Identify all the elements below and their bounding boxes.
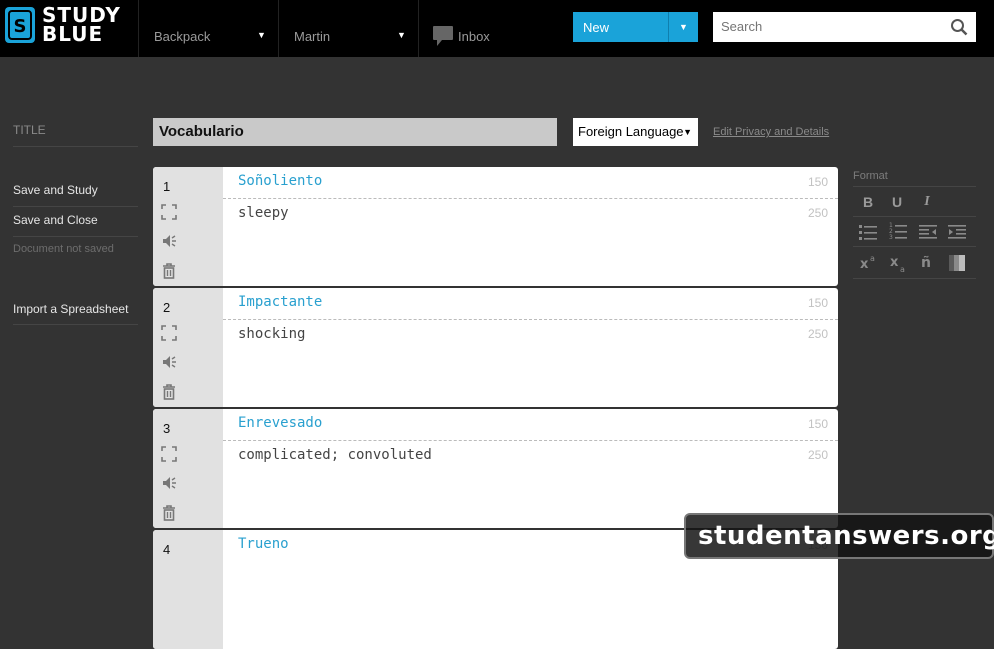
divider xyxy=(13,236,138,237)
divider xyxy=(223,198,838,199)
save-status: Document not saved xyxy=(13,243,114,255)
inbox-icon[interactable] xyxy=(433,26,453,46)
divider xyxy=(13,324,138,325)
category-value: Foreign Language xyxy=(578,124,684,139)
watermark: studentanswers.org xyxy=(684,513,994,559)
import-spreadsheet-button[interactable]: Import a Spreadsheet xyxy=(13,302,128,316)
new-button-divider xyxy=(668,12,669,42)
card-sidebar: 4 xyxy=(153,530,223,649)
caret-down-icon: ▼ xyxy=(683,127,692,137)
card-term[interactable]: Impactante xyxy=(238,294,322,310)
definition-char-limit: 250 xyxy=(807,448,828,462)
indent-icon[interactable] xyxy=(948,224,966,240)
nav-divider xyxy=(138,0,139,57)
svg-text:x: x xyxy=(860,257,869,271)
title-label: TITLE xyxy=(13,123,46,137)
trash-icon[interactable] xyxy=(161,384,177,400)
svg-text:a: a xyxy=(900,265,905,273)
watermark-text: studentanswers.org xyxy=(698,521,994,551)
logo-text: STUDY BLUE xyxy=(42,5,121,46)
card-number: 3 xyxy=(163,421,171,436)
nav-divider xyxy=(418,0,419,57)
highlight-icon[interactable] xyxy=(949,255,965,271)
superscript-icon[interactable]: xa xyxy=(859,253,879,271)
card-term[interactable]: Trueno xyxy=(238,536,289,552)
save-and-close-button[interactable]: Save and Close xyxy=(13,213,98,227)
category-select[interactable]: Foreign Language ▼ xyxy=(573,118,698,146)
format-label: Format xyxy=(853,170,888,182)
flashcard: 1 Soñoliento 150 sleepy 250 xyxy=(153,167,838,286)
expand-icon[interactable] xyxy=(161,325,177,341)
card-term[interactable]: Enrevesado xyxy=(238,415,322,431)
caret-down-icon[interactable]: ▼ xyxy=(679,22,688,32)
special-char-icon[interactable]: ñ xyxy=(919,251,937,271)
divider xyxy=(223,319,838,320)
divider xyxy=(853,216,976,217)
subscript-icon[interactable]: xa xyxy=(889,253,909,273)
italic-icon[interactable]: I xyxy=(916,192,938,212)
definition-char-limit: 250 xyxy=(807,206,828,220)
card-number: 2 xyxy=(163,300,171,315)
new-button-label: New xyxy=(583,20,610,35)
term-char-limit: 150 xyxy=(807,175,828,189)
svg-text:3: 3 xyxy=(889,234,893,240)
flashcard: 3 Enrevesado 150 complicated; convoluted… xyxy=(153,409,838,528)
divider xyxy=(853,186,976,187)
flashcard: 2 Impactante 150 shocking 250 xyxy=(153,288,838,407)
card-definition[interactable]: complicated; convoluted xyxy=(238,447,432,463)
card-sidebar: 1 xyxy=(153,167,223,286)
bold-icon[interactable]: B xyxy=(857,192,879,212)
trash-icon[interactable] xyxy=(161,263,177,279)
audio-icon[interactable] xyxy=(161,233,177,249)
term-char-limit: 150 xyxy=(807,417,828,431)
new-button[interactable]: New ▼ xyxy=(573,12,698,42)
card-number: 1 xyxy=(163,179,171,194)
svg-text:x: x xyxy=(890,255,899,270)
divider xyxy=(853,278,976,279)
search-box xyxy=(713,12,976,42)
caret-down-icon[interactable]: ▼ xyxy=(397,30,406,40)
divider xyxy=(223,440,838,441)
title-input[interactable]: Vocabulario xyxy=(153,118,557,146)
logo-icon: S xyxy=(5,7,35,43)
nav-user-menu[interactable]: Martin xyxy=(294,29,330,44)
expand-icon[interactable] xyxy=(161,446,177,462)
top-bar: S STUDY BLUE Backpack ▼ Martin ▼ Inbox N… xyxy=(0,0,994,57)
svg-text:S: S xyxy=(14,16,27,37)
nav-backpack[interactable]: Backpack xyxy=(154,29,210,44)
underline-icon[interactable]: U xyxy=(886,192,908,212)
logo[interactable]: S STUDY BLUE xyxy=(4,5,121,46)
svg-text:a: a xyxy=(870,254,875,263)
expand-icon[interactable] xyxy=(161,204,177,220)
trash-icon[interactable] xyxy=(161,505,177,521)
numbered-list-icon[interactable]: 123 xyxy=(889,222,907,240)
nav-inbox[interactable]: Inbox xyxy=(458,29,490,44)
nav-divider xyxy=(278,0,279,57)
audio-icon[interactable] xyxy=(161,475,177,491)
search-input[interactable] xyxy=(721,19,941,34)
card-definition[interactable]: shocking xyxy=(238,326,305,342)
caret-down-icon[interactable]: ▼ xyxy=(257,30,266,40)
save-and-study-button[interactable]: Save and Study xyxy=(13,183,98,197)
card-sidebar: 3 xyxy=(153,409,223,528)
card-number: 4 xyxy=(163,542,171,557)
audio-icon[interactable] xyxy=(161,354,177,370)
definition-char-limit: 250 xyxy=(807,327,828,341)
outdent-icon[interactable] xyxy=(919,224,937,240)
edit-privacy-link[interactable]: Edit Privacy and Details xyxy=(713,126,829,138)
card-definition[interactable]: sleepy xyxy=(238,205,289,221)
divider xyxy=(853,246,976,247)
logo-line-blue: BLUE xyxy=(42,22,104,46)
divider xyxy=(13,146,138,147)
card-sidebar: 2 xyxy=(153,288,223,407)
svg-text:ñ: ñ xyxy=(921,255,931,271)
search-icon[interactable] xyxy=(950,18,968,36)
term-char-limit: 150 xyxy=(807,296,828,310)
card-term[interactable]: Soñoliento xyxy=(238,173,322,189)
divider xyxy=(13,206,138,207)
bullet-list-icon[interactable] xyxy=(859,224,877,240)
